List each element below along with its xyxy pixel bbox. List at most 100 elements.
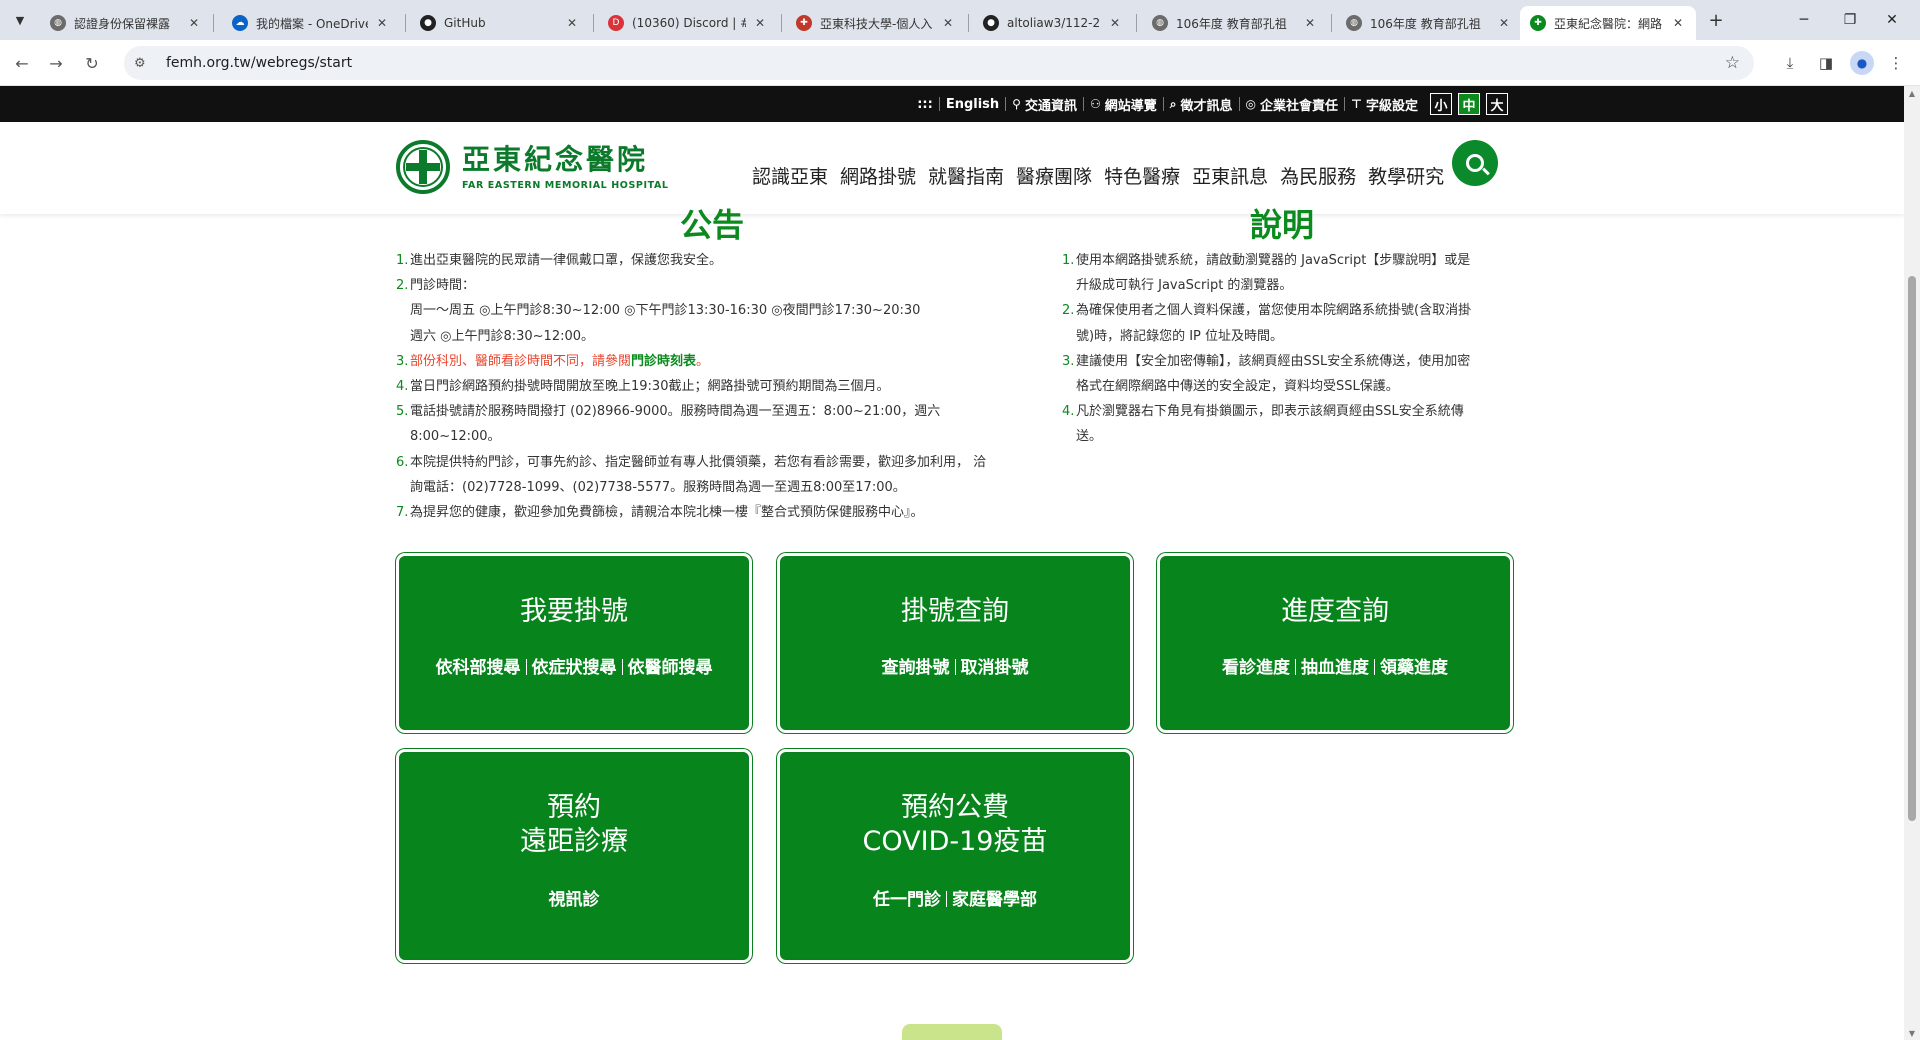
profile-avatar[interactable]: ● xyxy=(1850,51,1874,75)
close-tab-icon[interactable]: ✕ xyxy=(752,16,768,30)
nav-news[interactable]: 亞東訊息 xyxy=(1186,162,1274,192)
english-link[interactable]: English xyxy=(940,97,1005,112)
browser-tab[interactable]: ◍ 106年度 教育部孔祖 ✕ xyxy=(1336,6,1522,40)
scroll-down-icon[interactable]: ▼ xyxy=(1904,1026,1920,1040)
search-by-doctor-link[interactable]: 依醫師搜尋 xyxy=(628,658,713,678)
browser-tab[interactable]: ● altoliaw3/112-2HW ✕ xyxy=(973,6,1133,40)
nav-about[interactable]: 認識亞東 xyxy=(746,162,834,192)
hospital-icon: ✚ xyxy=(1530,15,1546,31)
onedrive-icon: ☁ xyxy=(232,15,248,31)
search-by-symptom-link[interactable]: 依症狀搜尋 xyxy=(532,658,617,678)
clinic-schedule-link[interactable]: 門診時刻表 xyxy=(631,354,696,369)
close-window-icon[interactable]: ✕ xyxy=(1864,0,1920,40)
list-item: 7. 為提昇您的健康，歡迎參加免費篩檢，請親洽本院北棟一樓『整合式預防保健服務中心… xyxy=(396,505,924,521)
card-title-line1: 預約公費 xyxy=(901,792,1009,823)
video-consultation-link[interactable]: 視訊診 xyxy=(549,890,600,910)
url-text[interactable]: femh.org.tw/webregs/start xyxy=(166,55,352,71)
close-tab-icon[interactable]: ✕ xyxy=(564,16,580,30)
recruit-link[interactable]: ⌕ 徵才訊息 xyxy=(1164,95,1239,114)
browser-tab[interactable]: ✚ 亞東科技大學-個人入 ✕ xyxy=(786,6,966,40)
page-viewport: ::: English ⚲ 交通資訊 ⚇ 網站導覽 ⌕ 徵才訊息 ◎ 企業社會責任 ⊤ 字… xyxy=(0,86,1904,1040)
close-tab-icon[interactable]: ✕ xyxy=(186,16,202,30)
browser-tab-active[interactable]: ✚ 亞東紀念醫院：網路 ✕ xyxy=(1520,6,1696,40)
blood-draw-progress-link[interactable]: 抽血進度 xyxy=(1301,658,1369,678)
nav-medical-guide[interactable]: 就醫指南 xyxy=(922,162,1010,192)
csr-link[interactable]: ◎ 企業社會責任 xyxy=(1240,95,1345,114)
site-guide-link[interactable]: ⚇ 網站導覽 xyxy=(1084,95,1163,114)
browser-toolbar: ← → ↻ ⚙ femh.org.tw/webregs/start ☆ ⤓ ◨ … xyxy=(0,40,1920,86)
traffic-info-link[interactable]: ⚲ 交通資訊 xyxy=(1006,95,1083,114)
browser-tab[interactable]: ☁ 我的檔案 - OneDrive ✕ xyxy=(222,6,400,40)
card-title-line2: 遠距診療 xyxy=(520,826,628,857)
card-title-line1: 預約 xyxy=(547,792,601,823)
font-large-button[interactable]: 大 xyxy=(1486,93,1508,115)
list-item: 4. 凡於瀏覽器右下角見有掛鎖圖示，即表示該網頁經由SSL安全系統傳 送。 xyxy=(1062,404,1464,445)
card-title-line2: COVID-19疫苗 xyxy=(862,826,1048,857)
reload-icon[interactable]: ↻ xyxy=(80,51,104,75)
browser-tab[interactable]: ◍ 106年度 教育部孔祖 ✕ xyxy=(1142,6,1328,40)
font-medium-button[interactable]: 中 xyxy=(1458,93,1480,115)
list-item: 6. 本院提供特約門診，可事先約診、指定醫師並有專人批價領藥，若您有看診需要，歡迎… xyxy=(396,454,987,495)
forward-icon[interactable]: → xyxy=(44,51,68,75)
close-tab-icon[interactable]: ✕ xyxy=(374,16,390,30)
nav-medical-team[interactable]: 醫療團隊 xyxy=(1010,162,1098,192)
nav-public-service[interactable]: 為民服務 xyxy=(1274,162,1362,192)
sitemap-grid-icon[interactable]: ::: xyxy=(911,97,939,112)
medication-progress-link[interactable]: 領藥進度 xyxy=(1380,658,1448,678)
consultation-progress-link[interactable]: 看診進度 xyxy=(1222,658,1290,678)
nav-featured-care[interactable]: 特色醫療 xyxy=(1098,162,1186,192)
query-registration-link[interactable]: 查詢掛號 xyxy=(882,658,950,678)
scrollbar-thumb[interactable] xyxy=(1908,276,1916,821)
notice-list: 1. 進出亞東醫院的民眾請一律佩戴口罩，保護您我安全。 2. 門診時間： 周一～周五… xyxy=(396,248,1036,525)
browser-tab[interactable]: ◍ 認證身份保留裸露 ✕ xyxy=(40,6,212,40)
back-icon[interactable]: ← xyxy=(10,51,34,75)
browser-tab[interactable]: ● GitHub ✕ xyxy=(410,6,590,40)
progress-query-card[interactable]: 進度查詢 看診進度 抽血進度 領藥進度 xyxy=(1160,556,1510,730)
list-item: 4. 當日門診網路預約掛號時間開放至晚上19:30截止；網路掛號可預約期間為三個月… xyxy=(396,379,890,395)
browser-tab-strip: ▼ ◍ 認證身份保留裸露 ✕ ☁ 我的檔案 - OneDrive ✕ ● Git… xyxy=(0,0,1920,40)
github-icon: ● xyxy=(420,15,436,31)
list-item: 3. 建議使用【安全加密傳輸】，該網頁經由SSL安全系統傳送，使用加密 格式在網際網… xyxy=(1062,353,1471,395)
download-icon[interactable]: ⤓ xyxy=(1778,51,1802,75)
search-by-department-link[interactable]: 依科部搜尋 xyxy=(436,658,521,678)
site-header: 亞東紀念醫院 FAR EASTERN MEMORIAL HOSPITAL 認識亞… xyxy=(0,122,1904,214)
browser-tab[interactable]: D (10360) Discord | # ✕ xyxy=(598,6,778,40)
close-tab-icon[interactable]: ✕ xyxy=(940,16,956,30)
globe-icon: ◎ xyxy=(1245,97,1256,111)
covid-vaccine-card[interactable]: 預約公費 COVID-19疫苗 任一門診 家庭醫學部 xyxy=(780,752,1130,960)
back-to-top-tab[interactable] xyxy=(902,1024,1002,1040)
tab-search-icon[interactable]: ▼ xyxy=(8,8,32,32)
new-tab-button[interactable]: + xyxy=(1704,8,1728,32)
main-nav: 認識亞東 網路掛號 就醫指南 醫療團隊 特色醫療 亞東訊息 為民服務 教學研究 xyxy=(746,162,1450,192)
info-list: 1. 使用本網路掛號系統，請啟動瀏覽器的 JavaScript【步驟說明】或是 升級… xyxy=(1062,248,1512,450)
cancel-registration-link[interactable]: 取消掛號 xyxy=(961,658,1029,678)
side-panel-icon[interactable]: ◨ xyxy=(1814,51,1838,75)
github-icon: ● xyxy=(983,15,999,31)
nav-education-research[interactable]: 教學研究 xyxy=(1362,162,1450,192)
site-info-icon[interactable]: ⚙ xyxy=(134,56,154,71)
logo-english-name: FAR EASTERN MEMORIAL HOSPITAL xyxy=(462,179,669,191)
close-tab-icon[interactable]: ✕ xyxy=(1496,16,1512,30)
telemedicine-card[interactable]: 預約 遠距診療 視訊診 xyxy=(399,752,749,960)
page-scrollbar[interactable]: ▲ ▼ xyxy=(1904,86,1920,1040)
nav-online-registration[interactable]: 網路掛號 xyxy=(834,162,922,192)
close-tab-icon[interactable]: ✕ xyxy=(1107,16,1123,30)
menu-kebab-icon[interactable]: ⋮ xyxy=(1884,51,1908,75)
registration-query-card[interactable]: 掛號查詢 查詢掛號 取消掛號 xyxy=(780,556,1130,730)
bookmark-star-icon[interactable]: ☆ xyxy=(1725,53,1740,73)
site-search-button[interactable] xyxy=(1452,140,1498,186)
close-tab-icon[interactable]: ✕ xyxy=(1670,16,1686,30)
list-item: 5. 電話掛號請於服務時間撥打 (02)8966-9000。服務時間為週一至週五：… xyxy=(396,404,941,445)
list-item: 1. 進出亞東醫院的民眾請一律佩戴口罩，保護您我安全。 xyxy=(396,253,723,268)
register-card[interactable]: 我要掛號 依科部搜尋 依症狀搜尋 依醫師搜尋 xyxy=(399,556,749,730)
discord-icon: D xyxy=(608,15,624,31)
scroll-up-icon[interactable]: ▲ xyxy=(1904,86,1920,100)
font-small-button[interactable]: 小 xyxy=(1430,93,1452,115)
close-tab-icon[interactable]: ✕ xyxy=(1302,16,1318,30)
address-bar[interactable]: ⚙ femh.org.tw/webregs/start ☆ xyxy=(124,46,1754,80)
list-item: 1. 使用本網路掛號系統，請啟動瀏覽器的 JavaScript【步驟說明】或是 升級… xyxy=(1062,253,1471,294)
hospital-logo[interactable]: 亞東紀念醫院 FAR EASTERN MEMORIAL HOSPITAL xyxy=(396,140,669,194)
any-clinic-link[interactable]: 任一門診 xyxy=(873,890,941,910)
list-item: 3. 部份科別、醫師看診時間不同，請參閱門診時刻表。 xyxy=(396,353,710,369)
family-medicine-link[interactable]: 家庭醫學部 xyxy=(952,890,1037,910)
